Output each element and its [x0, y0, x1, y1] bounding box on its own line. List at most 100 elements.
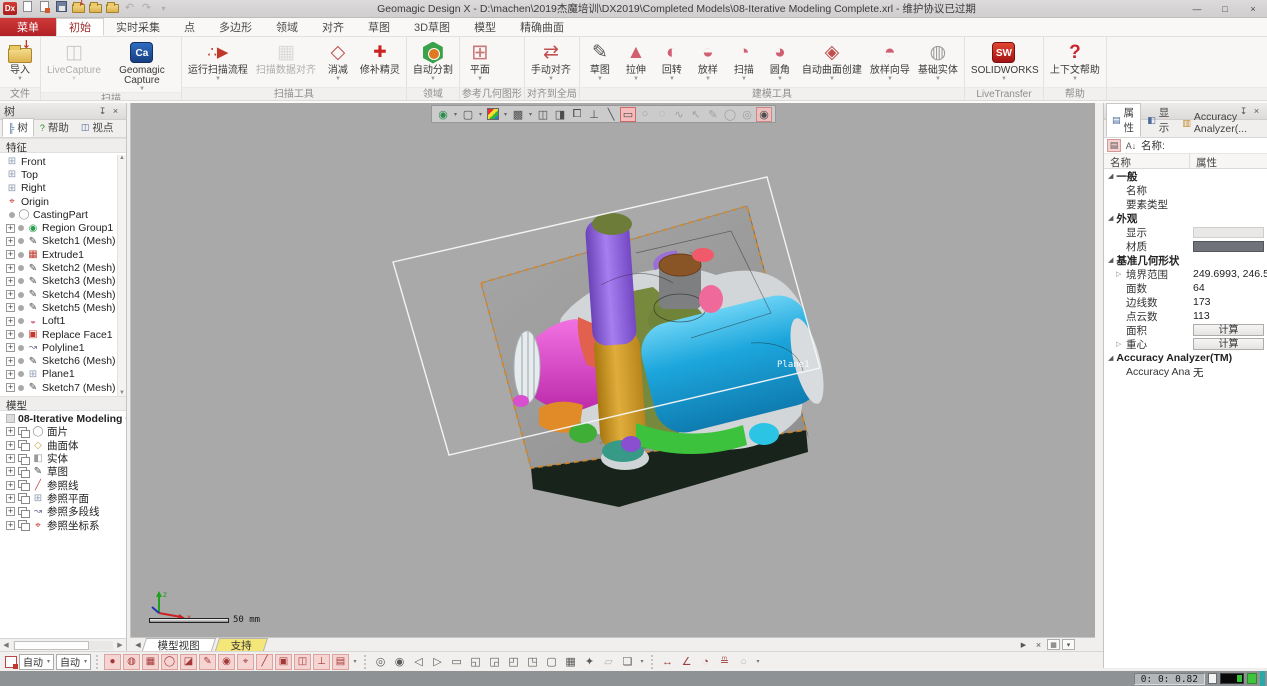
expander-icon[interactable]: + [6, 467, 15, 476]
visibility-dot-icon[interactable] [18, 385, 24, 391]
tab-close-icon[interactable]: × [1032, 639, 1045, 650]
view-cube-icon[interactable]: ▢ [460, 107, 476, 122]
menu-button[interactable]: 菜单 [0, 18, 56, 36]
menu-tab-3d草图[interactable]: 3D草图 [402, 18, 462, 36]
view-tab-支持[interactable]: 支持 [215, 638, 268, 651]
tree-item-polyline1[interactable]: +↝Polyline1 [0, 341, 126, 354]
scroll-right-icon[interactable]: ▶ [114, 641, 126, 649]
ellipse-select-icon[interactable]: ◌ [654, 107, 670, 122]
value-field[interactable] [1193, 227, 1264, 238]
ribbon-button-回转[interactable]: ◐回转▼ [654, 38, 690, 87]
link-boxes-icon[interactable] [18, 454, 29, 464]
show-point-set-icon[interactable]: ▦ [142, 654, 159, 670]
tab-list-button[interactable]: ▾ [1062, 639, 1075, 650]
mode-dropdown-1[interactable]: 自动▾ [19, 654, 54, 670]
gauge-button[interactable] [1208, 673, 1217, 684]
dropdown-arrow-icon[interactable]: ▾ [527, 107, 534, 122]
collapse-icon[interactable]: ◢ [1108, 172, 1113, 180]
compute-button[interactable]: 计算 [1193, 338, 1264, 350]
measure-angle-icon[interactable]: ∠ [678, 654, 695, 670]
extend-select-icon[interactable]: ◎ [739, 107, 755, 122]
show-surface-body-icon[interactable]: ▣ [275, 654, 292, 670]
ribbon-button-导入[interactable]: 导入▼ [2, 38, 38, 87]
tree-tab-视点[interactable]: ◫视点 [75, 118, 120, 137]
save-icon[interactable] [55, 1, 68, 16]
capture-view-icon[interactable]: ❏ [619, 654, 636, 670]
view-grid-icon[interactable]: ▦ [562, 654, 579, 670]
model-item-草图[interactable]: +✎草图 [0, 465, 126, 478]
tree-item-loft1[interactable]: +◒Loft1 [0, 315, 126, 328]
property-row-显示[interactable]: 显示 [1104, 225, 1267, 239]
ribbon-button-solidworks[interactable]: SWSOLIDWORKS▼ [967, 38, 1041, 87]
section-box-icon[interactable]: ⧠ [569, 107, 585, 122]
model-item-面片[interactable]: +◯面片 [0, 425, 126, 438]
feature-tree-scrollbar[interactable]: ▲▼ [117, 155, 126, 396]
link-boxes-icon[interactable] [18, 480, 29, 490]
property-row-点云数[interactable]: 点云数113 [1104, 309, 1267, 323]
zoom-previous-icon[interactable]: ◁ [410, 654, 427, 670]
scroll-track[interactable] [13, 641, 113, 650]
open-folder-icon[interactable] [89, 1, 102, 17]
show-sketch-icon[interactable]: ◉ [218, 654, 235, 670]
link-boxes-icon[interactable] [18, 467, 29, 477]
measure-sphere-icon[interactable]: ○ [735, 654, 752, 670]
visibility-dot-icon[interactable] [18, 318, 24, 324]
visibility-dot-icon[interactable] [18, 371, 24, 377]
show-polyline-icon[interactable]: ╱ [256, 654, 273, 670]
expander-icon[interactable]: + [6, 494, 15, 503]
ribbon-button-平面[interactable]: ⊞平面▼ [462, 38, 498, 87]
expander-icon[interactable]: + [6, 277, 15, 286]
dropdown-arrow-icon[interactable]: ▾ [477, 107, 484, 122]
show-ref-geometry-icon[interactable]: ⌖ [237, 654, 254, 670]
ribbon-button-手动对齐[interactable]: ⇄手动对齐▼ [527, 38, 575, 87]
expander-icon[interactable]: + [6, 250, 15, 259]
tree-tab-树[interactable]: ╠树 [2, 118, 34, 137]
property-row-名称[interactable]: 名称 [1104, 183, 1267, 197]
property-row-材质[interactable]: 材质 [1104, 239, 1267, 253]
redo-icon[interactable]: ↷ [140, 2, 153, 15]
tree-item-sketch3-mesh[interactable]: +✎Sketch3 (Mesh) [0, 275, 126, 288]
open-document-icon[interactable] [38, 1, 51, 16]
link-boxes-icon[interactable] [18, 427, 29, 437]
expander-icon[interactable]: + [6, 330, 15, 339]
expander-icon[interactable]: + [6, 264, 15, 273]
model-viewport[interactable]: Plane1 ◉▾▢▾▾▩▾◫◨⧠⊥╲▭○◌∿↖✎◯◎◉ z x 50 mm [130, 103, 1095, 637]
expander-icon[interactable]: + [6, 224, 15, 233]
close-button[interactable]: × [1239, 0, 1267, 17]
expander-icon[interactable]: + [6, 454, 15, 463]
link-boxes-icon[interactable] [18, 493, 29, 503]
menu-tab-对齐[interactable]: 对齐 [310, 18, 356, 36]
menu-tab-精确曲面[interactable]: 精确曲面 [508, 18, 576, 36]
visibility-dot-icon[interactable] [18, 238, 24, 244]
menu-tab-领域[interactable]: 领域 [264, 18, 310, 36]
visibility-dot-icon[interactable] [18, 278, 24, 284]
tree-item-castingpart[interactable]: ◯CastingPart [0, 208, 126, 221]
zoom-fit-icon[interactable]: ◎ [372, 654, 389, 670]
ribbon-button-放样向导[interactable]: ◓放样向导▼ [866, 38, 914, 87]
ribbon-button-自动分割[interactable]: 自动分割▼ [409, 38, 457, 87]
scroll-left-icon[interactable]: ◀ [0, 641, 12, 649]
expand-icon[interactable]: ▷ [1116, 270, 1124, 278]
recent-folder-icon[interactable] [106, 1, 119, 17]
mesh-display-mode-icon[interactable]: ▩ [510, 107, 526, 122]
tree-item-sketch6-mesh[interactable]: +✎Sketch6 (Mesh) [0, 354, 126, 367]
ribbon-button-圆角[interactable]: ◕圆角▼ [762, 38, 798, 87]
more-visibility-icon[interactable]: ▾ [351, 654, 359, 670]
model-item-曲面体[interactable]: +◇曲面体 [0, 439, 126, 452]
expander-icon[interactable]: + [6, 481, 15, 490]
view-top-icon[interactable]: ▢ [543, 654, 560, 670]
visibility-dot-icon[interactable] [18, 305, 24, 311]
ribbon-button-放样[interactable]: ◒放样▼ [690, 38, 726, 87]
view-compass-icon[interactable]: ✦ [581, 654, 598, 670]
ribbon-button-基础实体[interactable]: ◍基础实体▼ [914, 38, 962, 87]
zoom-next-icon[interactable]: ▷ [429, 654, 446, 670]
minimize-button[interactable]: — [1183, 0, 1211, 17]
tree-item-plane1[interactable]: +⊞Plane1 [0, 368, 126, 381]
tree-item-sketch2-mesh[interactable]: +✎Sketch2 (Mesh) [0, 261, 126, 274]
tree-item-sketch5-mesh[interactable]: +✎Sketch5 (Mesh) [0, 301, 126, 314]
collapse-icon[interactable]: ◢ [1108, 354, 1113, 362]
more-measure-icon[interactable]: ▾ [754, 654, 762, 670]
flood-select-icon[interactable]: ◯ [722, 107, 738, 122]
ribbon-button-geomagic-capture[interactable]: CaGeomagic Capture▼ [105, 38, 179, 92]
link-boxes-icon[interactable] [18, 440, 29, 450]
